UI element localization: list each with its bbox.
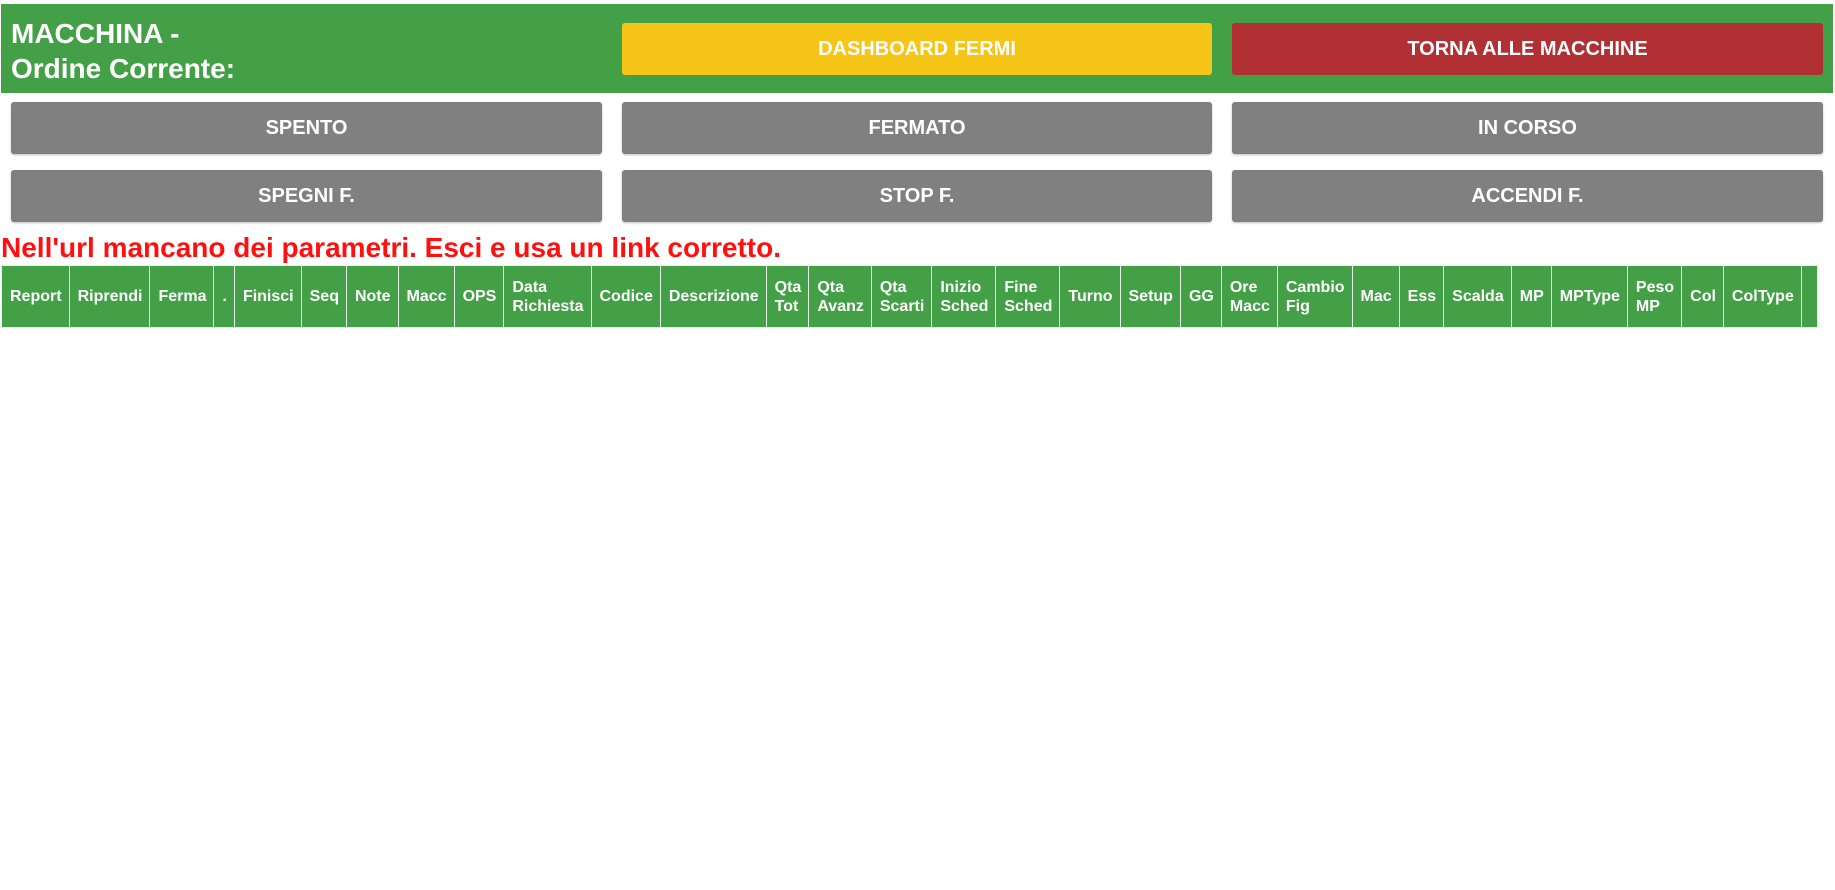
- column-header-label: Sched: [1004, 297, 1053, 315]
- column-header-qta-tot: Qta Tot: [765, 265, 810, 328]
- in-corso-button[interactable]: IN CORSO: [1232, 102, 1823, 154]
- column-header-label: Codice: [599, 288, 653, 305]
- column-header-turno: Turno: [1059, 265, 1121, 328]
- column-header-seq: Seq: [300, 265, 347, 328]
- column-header-label: Col: [1690, 288, 1716, 305]
- column-header-label: Macc: [406, 288, 447, 305]
- error-message: Nell'url mancano dei parametri. Esci e u…: [1, 232, 782, 263]
- dashboard-fermi-button[interactable]: DASHBOARD FERMI: [622, 23, 1212, 75]
- table-header-row: Report Riprendi Ferma. Finisci Seq Note Macc OP…: [1, 265, 1818, 328]
- column-header-label: Peso: [1635, 278, 1675, 296]
- column-header-cambio-fig: Cambio Fig: [1276, 265, 1353, 328]
- column-header-inizio-sched: Inizio Sched: [931, 265, 997, 328]
- column-header-label: Descrizione: [668, 288, 759, 305]
- title-machine: MACCHINA -: [11, 18, 180, 49]
- column-header-label: .: [222, 288, 227, 305]
- column-header-coltype: ColType: [1722, 265, 1802, 328]
- column-header-label: Turno: [1068, 288, 1113, 305]
- stop-f-button[interactable]: STOP F.: [622, 170, 1212, 222]
- orders-table: Report Riprendi Ferma. Finisci Seq Note Macc OP…: [1, 265, 1818, 328]
- column-header-label: MP: [1519, 288, 1544, 305]
- column-header-col: Col: [1681, 265, 1724, 328]
- page-title: MACCHINA - Ordine Corrente:: [11, 16, 235, 86]
- column-header-qta-scarti: Qta Scarti: [870, 265, 933, 328]
- column-header-label: Scarti: [879, 297, 925, 315]
- column-header-label: Ess: [1407, 288, 1437, 305]
- column-header-label: Qta: [879, 278, 907, 296]
- accendi-f-button[interactable]: ACCENDI F.: [1232, 170, 1823, 222]
- column-header-peso-mp: Peso MP: [1626, 265, 1683, 328]
- spento-button[interactable]: SPENTO: [11, 102, 602, 154]
- column-header-dot: .: [213, 265, 235, 328]
- column-header-label: Sched: [940, 297, 989, 315]
- column-header-label: Tot: [774, 297, 799, 315]
- column-header-label: GG: [1188, 288, 1214, 305]
- column-header-ferma: Ferma: [149, 265, 215, 328]
- column-header-label: OPS: [462, 288, 497, 305]
- column-header-label: Macc: [1229, 297, 1270, 315]
- column-header-label: Avanz: [817, 297, 864, 315]
- column-header-data-richiesta: Data Richiesta: [503, 265, 592, 328]
- column-header-riprendi: Riprendi: [68, 265, 151, 328]
- back-to-machines-button[interactable]: TORNA ALLE MACCHINE: [1232, 23, 1823, 75]
- column-header-codice: Codice: [590, 265, 661, 328]
- orders-table-container: Report Riprendi Ferma. Finisci Seq Note Macc OP…: [1, 265, 1835, 328]
- column-header-gg: GG: [1179, 265, 1222, 328]
- column-header-note: Note: [345, 265, 399, 328]
- column-header-report: Report: [1, 265, 70, 328]
- column-header-ess: Ess: [1398, 265, 1445, 328]
- column-header-label: Qta: [774, 278, 802, 296]
- column-header-label: Ore: [1229, 278, 1258, 296]
- column-header-label: MPType: [1559, 288, 1620, 305]
- column-header-label: Setup: [1128, 288, 1173, 305]
- fermato-button[interactable]: FERMATO: [622, 102, 1212, 154]
- column-header-label: Ferma: [158, 288, 207, 305]
- column-header-setup: Setup: [1119, 265, 1181, 328]
- column-header-label: Finisci: [242, 288, 294, 305]
- column-header-label: MP: [1635, 297, 1660, 315]
- column-header-label: Fig: [1285, 297, 1310, 315]
- column-header-label: Cambio: [1285, 278, 1345, 296]
- column-header-label: ColType: [1731, 288, 1794, 305]
- spegni-f-button[interactable]: SPEGNI F.: [11, 170, 602, 222]
- title-current-order: Ordine Corrente:: [11, 53, 236, 84]
- column-header-label: Data: [512, 278, 548, 296]
- machine-page: MACCHINA - Ordine Corrente: DASHBOARD FE…: [0, 0, 1835, 890]
- column-header-ops: OPS: [453, 265, 505, 328]
- column-header-mptype: MPType: [1550, 265, 1628, 328]
- column-header-label: Qta: [817, 278, 844, 296]
- column-header-qta-avanz: Qta Avanz: [808, 265, 872, 328]
- column-header-empty: [1800, 265, 1818, 328]
- column-header-finisci: Finisci: [233, 265, 302, 328]
- column-header-label: Richiesta: [512, 297, 584, 315]
- column-header-ore-macc: Ore Macc: [1220, 265, 1278, 328]
- column-header-descrizione: Descrizione: [659, 265, 767, 328]
- column-header-label: Mac: [1360, 288, 1392, 305]
- column-header-mac: Mac: [1351, 265, 1400, 328]
- column-header-scalda: Scalda: [1443, 265, 1512, 328]
- column-header-mp: MP: [1510, 265, 1552, 328]
- column-header-label: Seq: [309, 288, 339, 305]
- column-header-label: Fine: [1004, 278, 1038, 296]
- column-header-fine-sched: Fine Sched: [995, 265, 1061, 328]
- column-header-label: Riprendi: [77, 288, 143, 305]
- column-header-label: Report: [10, 288, 62, 305]
- column-header-label: Inizio: [940, 278, 982, 296]
- column-header-macc: Macc: [397, 265, 455, 328]
- column-header-label: Note: [354, 288, 391, 305]
- column-header-label: Scalda: [1452, 288, 1504, 305]
